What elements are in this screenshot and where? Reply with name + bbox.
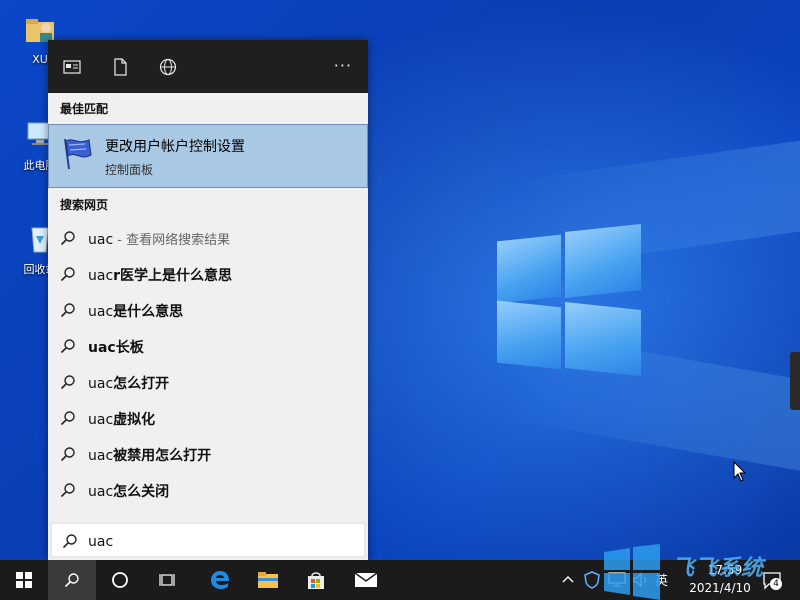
- search-panel-toolbar: ···: [48, 40, 368, 93]
- suggestion-query: ua: [88, 340, 108, 356]
- search-panel: ··· 最佳匹配 更改用户帐户控制设置 控制面板 搜索网页 uac - 查看网络…: [48, 40, 368, 560]
- suggestion-query: uac: [88, 448, 114, 464]
- start-button[interactable]: [0, 560, 48, 600]
- web-icon[interactable]: [158, 58, 178, 76]
- edge-icon: [211, 571, 229, 589]
- suggestion-completion: 怎么打开: [113, 376, 170, 392]
- chevron-up-icon[interactable]: [562, 574, 574, 584]
- more-options-button[interactable]: ···: [334, 56, 352, 75]
- task-view-button[interactable]: [144, 560, 192, 600]
- watermark-text: 飞飞系统: [672, 556, 765, 581]
- suggestion-item[interactable]: uac怎么关闭: [48, 472, 368, 508]
- search-input[interactable]: [86, 530, 350, 554]
- search-button[interactable]: [48, 560, 96, 600]
- search-icon: [60, 447, 75, 462]
- edge-scroll-handle[interactable]: [790, 352, 800, 410]
- suggestion-completion: 虚拟化: [113, 412, 156, 428]
- apps-icon[interactable]: [62, 58, 82, 76]
- cortana-icon: [112, 572, 128, 588]
- best-match-result[interactable]: 更改用户帐户控制设置 控制面板: [48, 124, 368, 188]
- search-box[interactable]: [50, 522, 366, 558]
- suggestion-completion: 是什么意思: [113, 304, 184, 320]
- mail-icon: [354, 572, 378, 587]
- search-icon: [62, 534, 77, 549]
- security-shield-icon[interactable]: [584, 571, 600, 589]
- suggestion-hint: - 查看网络搜索结果: [113, 233, 231, 248]
- suggestion-query: uac: [88, 304, 114, 320]
- suggestion-item[interactable]: uacr医学上是什么意思: [48, 256, 368, 292]
- suggestion-completion: r医学上是什么意思: [113, 268, 233, 284]
- search-icon: [60, 483, 75, 498]
- windows-logo-wallpaper: [497, 224, 642, 376]
- search-icon: [60, 375, 75, 390]
- suggestion-item[interactable]: uac长板: [48, 328, 368, 364]
- web-search-heading: 搜索网页: [60, 198, 109, 212]
- suggestion-item[interactable]: uac怎么打开: [48, 364, 368, 400]
- uac-flag-icon: [64, 138, 92, 170]
- task-view-icon: [159, 574, 175, 586]
- suggestion-query: uac: [88, 232, 114, 248]
- store-button[interactable]: [292, 560, 340, 600]
- suggestion-completion: 怎么关闭: [113, 484, 170, 500]
- suggestion-completion: c长板: [107, 340, 144, 356]
- suggestion-query: uac: [88, 376, 114, 392]
- suggestion-item[interactable]: uac是什么意思: [48, 292, 368, 328]
- suggestion-item[interactable]: uac虚拟化: [48, 400, 368, 436]
- mail-button[interactable]: [342, 560, 390, 600]
- watermark-logo: 飞飞系统: [602, 542, 800, 600]
- cortana-button[interactable]: [96, 560, 144, 600]
- suggestion-query: uac: [88, 484, 114, 500]
- store-icon: [308, 572, 324, 589]
- desktop-icon-label: XU: [32, 53, 48, 66]
- file-explorer-icon: [258, 572, 278, 588]
- suggestion-query: uac: [88, 412, 114, 428]
- search-icon: [64, 573, 79, 588]
- suggestion-query: uac: [88, 268, 114, 284]
- best-match-subtitle: 控制面板: [105, 163, 154, 177]
- start-icon: [16, 572, 32, 588]
- search-icon: [60, 267, 75, 282]
- suggestion-completion: 被禁用怎么打开: [113, 448, 212, 464]
- edge-button[interactable]: [196, 560, 244, 600]
- best-match-title: 更改用户帐户控制设置: [105, 139, 245, 155]
- suggestion-item[interactable]: uac被禁用怎么打开: [48, 436, 368, 472]
- suggestion-item[interactable]: uac - 查看网络搜索结果: [48, 220, 368, 256]
- search-icon: [60, 231, 75, 246]
- file-explorer-button[interactable]: [244, 560, 292, 600]
- search-icon: [60, 303, 75, 318]
- search-icon: [60, 411, 75, 426]
- best-match-heading: 最佳匹配: [60, 102, 109, 116]
- mouse-cursor-icon: [733, 461, 747, 482]
- search-icon: [60, 339, 75, 354]
- documents-icon[interactable]: [110, 58, 130, 76]
- watermark-windows-icon: [604, 544, 660, 600]
